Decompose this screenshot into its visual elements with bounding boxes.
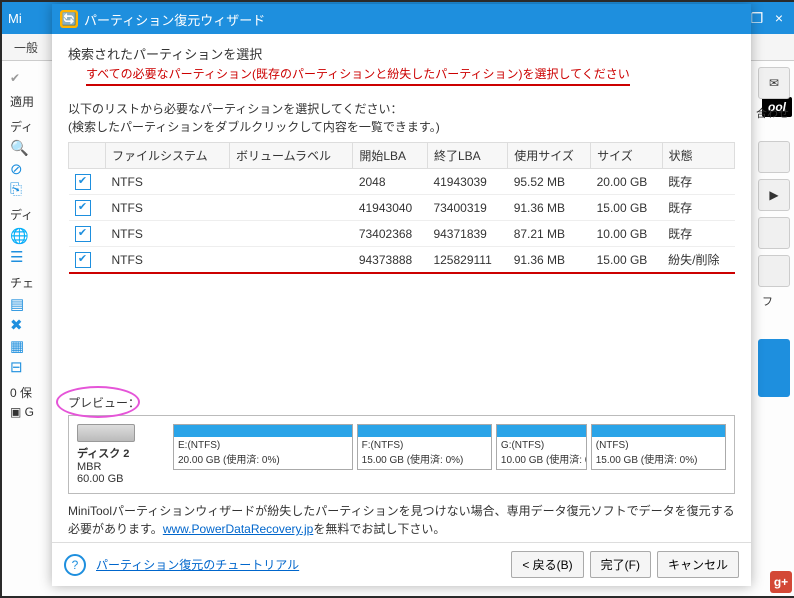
preview-partition[interactable]: E:(NTFS)20.00 GB (使用済: 0%) bbox=[173, 424, 353, 470]
cell-start: 41943040 bbox=[353, 195, 428, 221]
cell-status: 既存 bbox=[662, 169, 734, 195]
col-check[interactable] bbox=[69, 143, 106, 169]
cell-start: 94373888 bbox=[353, 247, 428, 274]
cancel-button[interactable]: キャンセル bbox=[657, 551, 739, 578]
play-icon[interactable]: ▶ bbox=[758, 179, 790, 211]
partition-row[interactable]: ✔ NTFS 419430407340031991.36 MB15.00 GB既存 bbox=[69, 195, 735, 221]
cell-status: 既存 bbox=[662, 195, 734, 221]
tab-general[interactable]: 一般 bbox=[14, 39, 38, 56]
cell-size: 20.00 GB bbox=[591, 169, 663, 195]
gplus-icon[interactable]: g+ bbox=[770, 571, 792, 593]
cell-used: 87.21 MB bbox=[508, 221, 591, 247]
wizard-instructions: 以下のリストから必要なパーティションを選択してください： (検索したパーティショ… bbox=[68, 100, 735, 136]
preview-panel: ディスク 2 MBR 60.00 GB E:(NTFS)20.00 GB (使用… bbox=[68, 415, 735, 494]
disk-icon bbox=[77, 424, 135, 442]
cell-used: 91.36 MB bbox=[508, 195, 591, 221]
play-label: フ bbox=[762, 293, 794, 309]
cell-status: 紛失/削除 bbox=[662, 247, 734, 274]
col-end[interactable]: 終了LBA bbox=[427, 143, 507, 169]
cell-size: 15.00 GB bbox=[591, 195, 663, 221]
wizard-title: パーティション復元ウィザード bbox=[84, 10, 743, 29]
col-used[interactable]: 使用サイズ bbox=[508, 143, 591, 169]
col-fs[interactable]: ファイルシステム bbox=[106, 143, 230, 169]
cell-vol bbox=[230, 221, 353, 247]
col-start[interactable]: 開始LBA bbox=[353, 143, 428, 169]
back-button[interactable]: < 戻る(B) bbox=[511, 551, 583, 578]
partition-recovery-wizard: 🔄 パーティション復元ウィザード 検索されたパーティションを選択 すべての必要な… bbox=[52, 4, 751, 586]
recovery-link[interactable]: www.PowerDataRecovery.jp bbox=[163, 522, 314, 536]
cell-vol bbox=[230, 195, 353, 221]
cell-vol bbox=[230, 247, 353, 274]
close-icon[interactable]: × bbox=[768, 10, 790, 26]
preview-partition[interactable]: F:(NTFS)15.00 GB (使用済: 0%) bbox=[357, 424, 492, 470]
partition-row[interactable]: ✔ NTFS 734023689437183987.21 MB10.00 GB既存 bbox=[69, 221, 735, 247]
cell-size: 15.00 GB bbox=[591, 247, 663, 274]
col-size[interactable]: サイズ bbox=[591, 143, 663, 169]
cell-fs: NTFS bbox=[106, 195, 230, 221]
col-status[interactable]: 状態 bbox=[662, 143, 734, 169]
preview-partition[interactable]: (NTFS)15.00 GB (使用済: 0%) bbox=[591, 424, 726, 470]
blue-panel[interactable] bbox=[758, 339, 790, 397]
drive-box-2[interactable] bbox=[758, 217, 790, 249]
cell-end: 41943039 bbox=[427, 169, 507, 195]
row-checkbox[interactable]: ✔ bbox=[75, 226, 91, 242]
wizard-footer: ? パーティション復元のチュートリアル < 戻る(B) 完了(F) キャンセル bbox=[52, 542, 751, 586]
drive-box[interactable] bbox=[758, 141, 790, 173]
cell-end: 73400319 bbox=[427, 195, 507, 221]
disk-info: ディスク 2 MBR 60.00 GB bbox=[77, 424, 167, 485]
preview-partition[interactable]: G:(NTFS)10.00 GB (使用済: 0%) bbox=[496, 424, 587, 470]
cell-start: 2048 bbox=[353, 169, 428, 195]
highlight-circle bbox=[56, 386, 140, 418]
wizard-titlebar: 🔄 パーティション復元ウィザード bbox=[52, 4, 751, 34]
cell-status: 既存 bbox=[662, 221, 734, 247]
col-vol[interactable]: ボリュームラベル bbox=[230, 143, 353, 169]
drive-box-3[interactable] bbox=[758, 255, 790, 287]
cell-fs: NTFS bbox=[106, 247, 230, 274]
mail-icon[interactable]: ✉ bbox=[758, 67, 790, 99]
cell-used: 91.36 MB bbox=[508, 247, 591, 274]
partition-table: ファイルシステム ボリュームラベル 開始LBA 終了LBA 使用サイズ サイズ … bbox=[68, 142, 735, 274]
wizard-icon: 🔄 bbox=[60, 10, 78, 28]
partition-row[interactable]: ✔ NTFS 20484194303995.52 MB20.00 GB既存 bbox=[69, 169, 735, 195]
help-icon[interactable]: ? bbox=[64, 554, 86, 576]
recovery-note: MiniToolパーティションウィザードが紛失したパーティションを見つけない場合… bbox=[68, 502, 735, 538]
g-drive-label: ▣ G bbox=[10, 405, 34, 419]
row-checkbox[interactable]: ✔ bbox=[75, 174, 91, 190]
cell-start: 73402368 bbox=[353, 221, 428, 247]
finish-button[interactable]: 完了(F) bbox=[590, 551, 651, 578]
tutorial-link[interactable]: パーティション復元のチュートリアル bbox=[96, 556, 505, 573]
cell-fs: NTFS bbox=[106, 221, 230, 247]
cell-size: 10.00 GB bbox=[591, 221, 663, 247]
row-checkbox[interactable]: ✔ bbox=[75, 200, 91, 216]
row-checkbox[interactable]: ✔ bbox=[75, 252, 91, 268]
cell-end: 125829111 bbox=[427, 247, 507, 274]
partition-row[interactable]: ✔ NTFS 9437388812582911191.36 MB15.00 GB紛失… bbox=[69, 247, 735, 274]
cell-used: 95.52 MB bbox=[508, 169, 591, 195]
cell-fs: NTFS bbox=[106, 169, 230, 195]
cell-vol bbox=[230, 169, 353, 195]
wizard-subheading: すべての必要なパーティション(既存のパーティションと紛失したパーティション)を選… bbox=[86, 65, 630, 86]
cell-end: 94371839 bbox=[427, 221, 507, 247]
wizard-heading: 検索されたパーティションを選択 bbox=[68, 44, 735, 63]
app-right-toolbar: ✉ 合わせ ▶ フ bbox=[750, 61, 794, 597]
right-label: 合わせ bbox=[756, 105, 794, 121]
